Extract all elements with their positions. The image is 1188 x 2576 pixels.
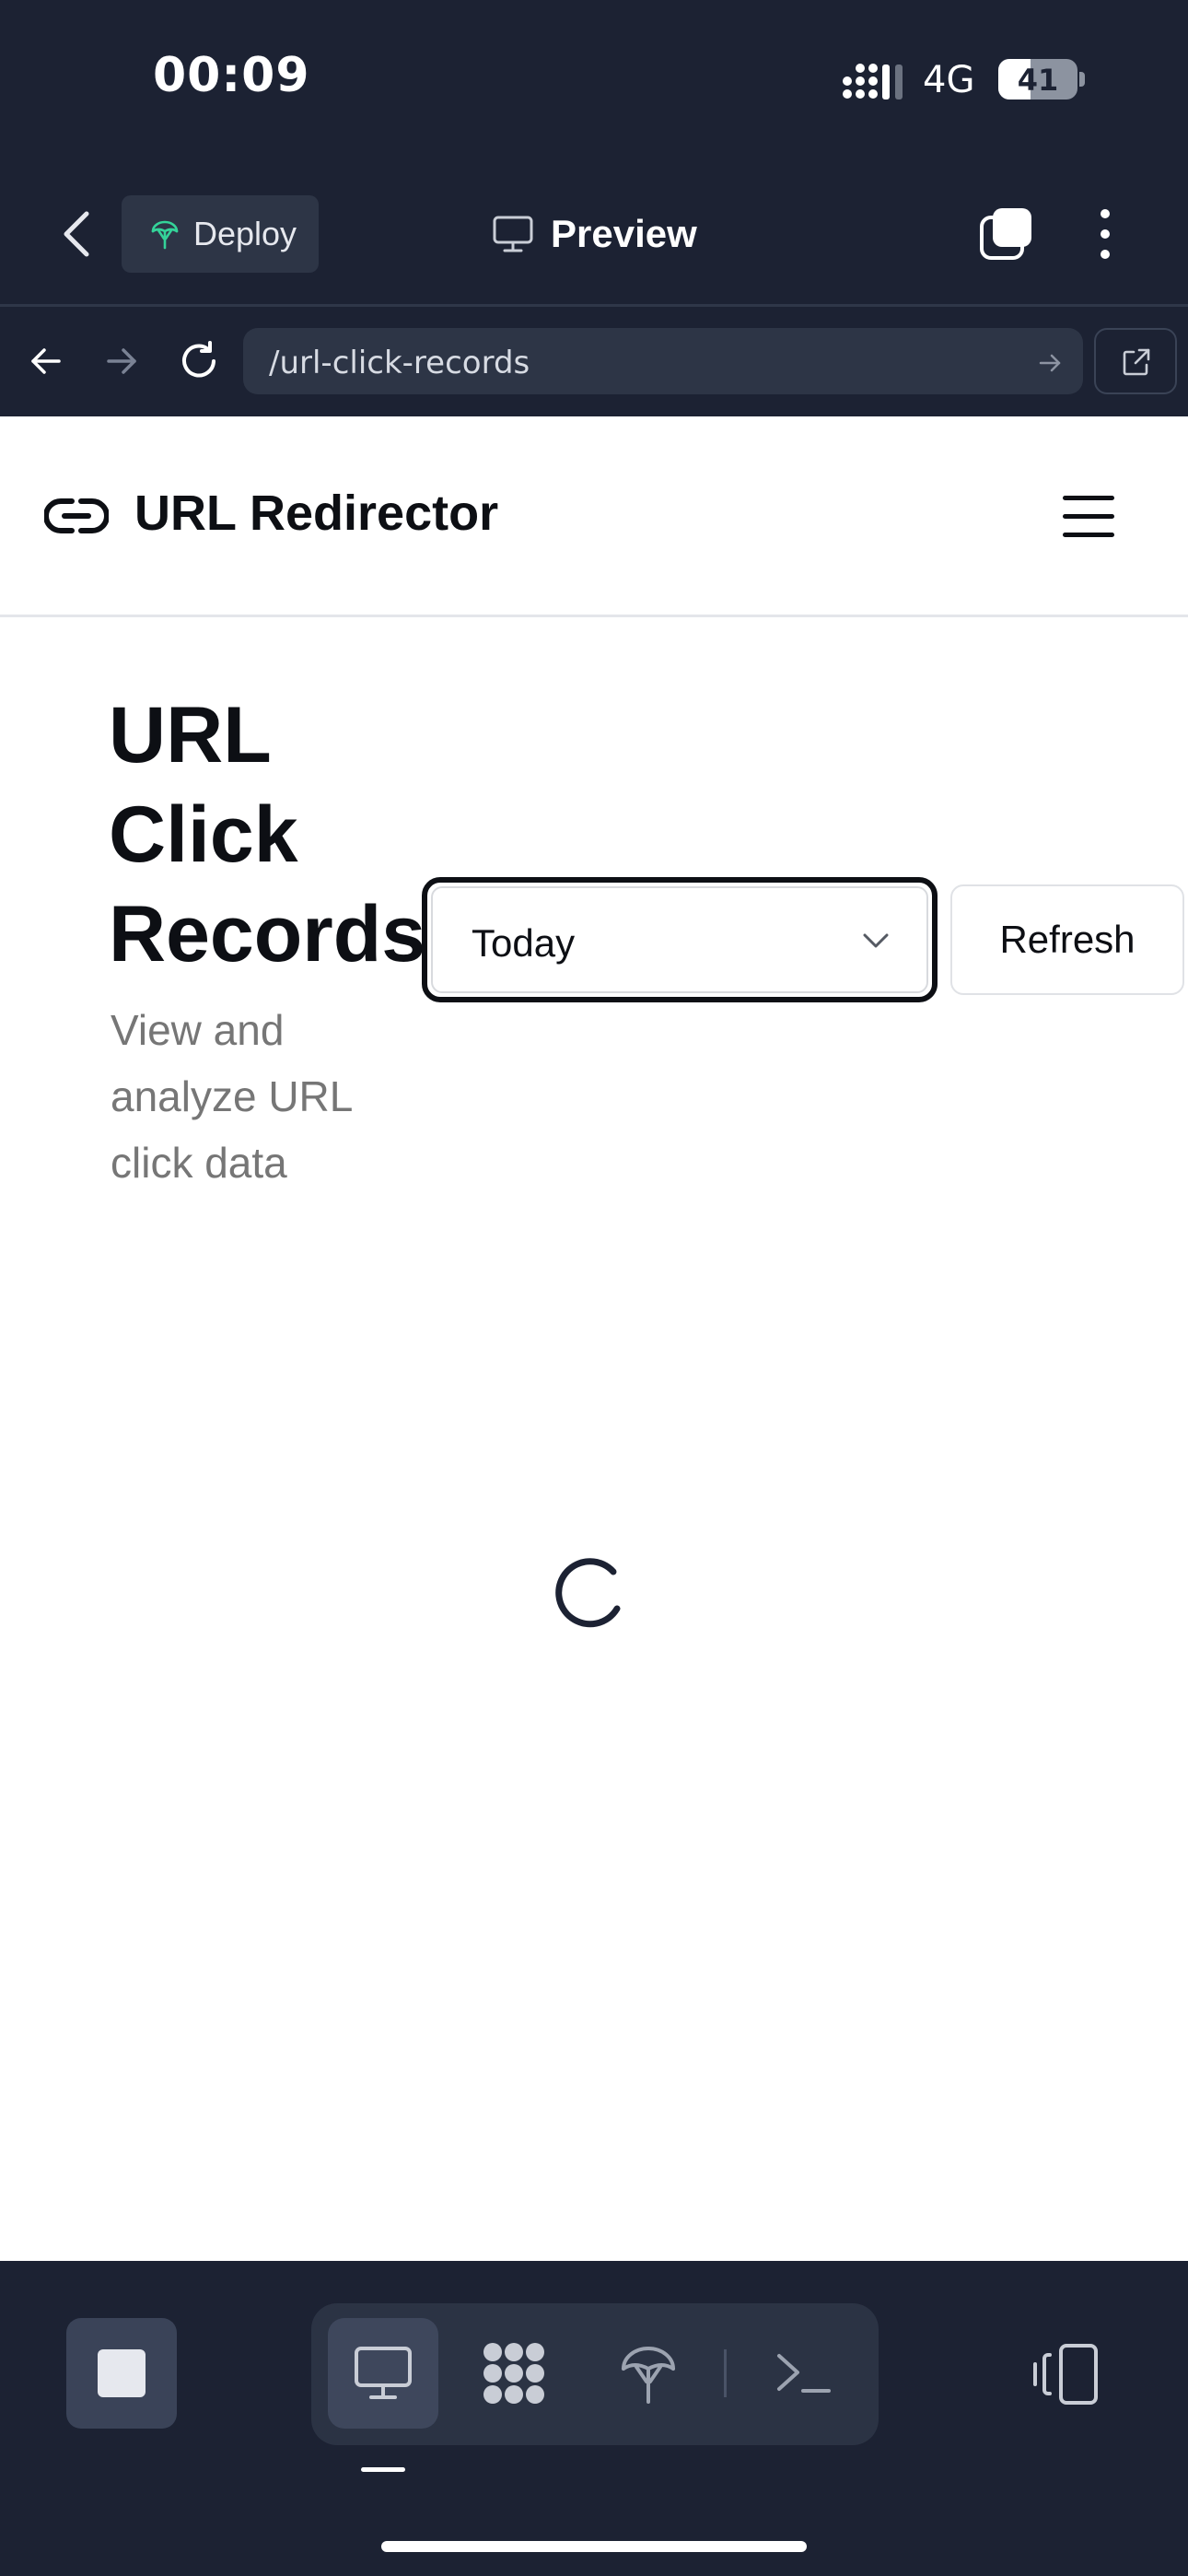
stop-icon [98, 2349, 146, 2397]
url-text: /url-click-records [269, 345, 530, 381]
back-chevron-icon[interactable] [57, 208, 94, 260]
header-divider [0, 304, 1188, 307]
signal-icon [843, 64, 903, 100]
external-link-icon [1123, 348, 1150, 376]
deploy-icon[interactable] [616, 2341, 681, 2406]
tabs-icon[interactable] [978, 205, 1035, 262]
monitor-icon [355, 2347, 412, 2399]
deploy-label: Deploy [193, 215, 297, 252]
switcher-separator [724, 2349, 727, 2397]
battery-level: 41 [1017, 63, 1059, 98]
preview-title[interactable]: Preview [492, 208, 697, 260]
hamburger-menu-icon[interactable] [1063, 496, 1114, 538]
site-title[interactable]: URL Redirector [134, 485, 498, 542]
monitor-icon [493, 216, 533, 252]
date-range-select[interactable]: Today [422, 877, 938, 1002]
date-range-value: Today [472, 921, 576, 965]
refresh-button[interactable]: Refresh [950, 884, 1184, 995]
deploy-button[interactable]: Deploy [122, 195, 319, 273]
page-title: URL Click Records [109, 691, 426, 978]
device-toggle-icon[interactable] [1031, 2342, 1100, 2406]
home-indicator[interactable] [381, 2541, 807, 2552]
stop-button[interactable] [66, 2318, 177, 2429]
reload-icon[interactable] [177, 339, 221, 383]
battery-icon: 41 [998, 59, 1077, 100]
more-icon[interactable] [1092, 206, 1118, 262]
status-time: 00:09 [153, 48, 310, 103]
arrow-left-icon[interactable] [28, 343, 64, 380]
go-arrow-icon[interactable] [1037, 350, 1063, 376]
deploy-icon [151, 220, 179, 250]
network-label: 4G [923, 59, 975, 101]
terminal-icon[interactable] [772, 2341, 836, 2406]
page-subtitle: View and analyze URL click data [111, 1006, 352, 1187]
apps-icon[interactable] [482, 2341, 546, 2406]
preview-label: Preview [551, 212, 697, 255]
url-bar[interactable]: /url-click-records [243, 328, 1083, 394]
battery-tip [1079, 72, 1085, 87]
chevron-down-icon [863, 933, 889, 948]
spinner-icon [555, 1558, 621, 1628]
active-view-indicator [361, 2467, 405, 2472]
link-icon [44, 498, 109, 533]
arrow-right-icon[interactable] [103, 343, 140, 380]
open-external-button[interactable] [1094, 328, 1177, 394]
